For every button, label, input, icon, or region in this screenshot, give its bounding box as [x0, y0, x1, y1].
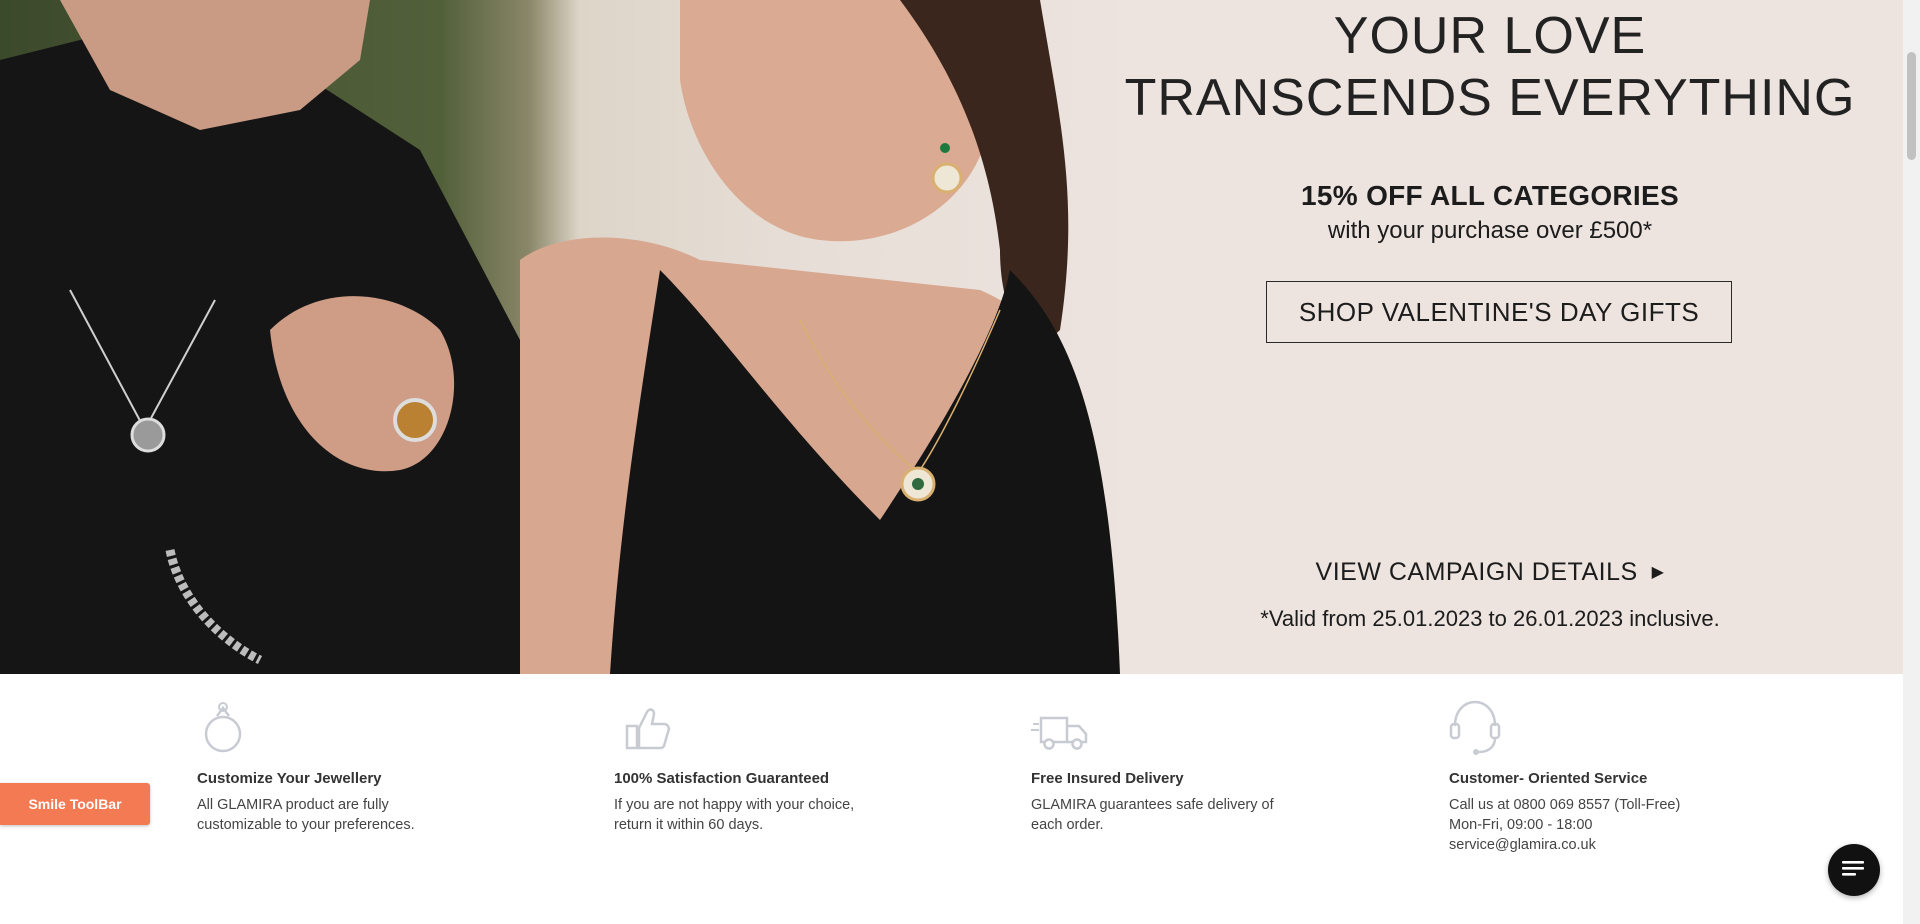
shop-valentines-gifts-button[interactable]: SHOP VALENTINE'S DAY GIFTS	[1266, 281, 1732, 343]
feature-text: GLAMIRA guarantees safe delivery of each…	[1031, 797, 1274, 833]
offer-title: 15% OFF ALL CATEGORIES	[1301, 180, 1679, 211]
thumbs-up-icon	[625, 708, 671, 750]
feature-title: 100% Satisfaction Guaranteed	[614, 770, 830, 787]
feature-text: All GLAMIRA product are fully customizab…	[197, 797, 415, 833]
ring-icon	[204, 702, 242, 753]
feature-title: Free Insured Delivery	[1031, 770, 1184, 787]
feature-satisfaction: 100% Satisfaction Guaranteed If you are …	[614, 698, 874, 835]
scrollbar-thumb[interactable]	[1907, 52, 1916, 160]
delivery-truck-icon	[1031, 716, 1088, 750]
chat-icon	[1842, 861, 1864, 876]
page-scrollbar[interactable]	[1903, 0, 1920, 924]
feature-title: Customize Your Jewellery	[197, 770, 382, 787]
feature-title: Customer- Oriented Service	[1449, 770, 1648, 787]
view-campaign-details-link[interactable]: VIEW CAMPAIGN DETAILS ▶	[1110, 558, 1870, 587]
feature-delivery: Free Insured Delivery GLAMIRA guarantees…	[1031, 698, 1291, 835]
offer-validity-text: *Valid from 25.01.2023 to 26.01.2023 inc…	[1260, 606, 1720, 631]
caret-right-icon: ▶	[1651, 564, 1665, 581]
hero-banner: YOUR LOVE TRANSCENDS EVERYTHING 15% OFF …	[0, 0, 1903, 674]
hero-headline: YOUR LOVE TRANSCENDS EVERYTHING	[1110, 0, 1870, 129]
offer-subtitle: with your purchase over £500*	[1327, 217, 1653, 244]
headline-line-2: TRANSCENDS EVERYTHING	[1124, 69, 1856, 127]
hero-photo-couple	[0, 0, 1260, 674]
features-row: Customize Your Jewellery All GLAMIRA pro…	[0, 674, 1903, 924]
feature-text: Call us at 0800 069 8557 (Toll-Free) Mon…	[1449, 797, 1681, 853]
feature-customer-service: Customer- Oriented Service Call us at 08…	[1449, 698, 1709, 855]
feature-text: If you are not happy with your choice, r…	[614, 797, 855, 833]
feature-customize: Customize Your Jewellery All GLAMIRA pro…	[197, 698, 457, 835]
smile-toolbar-button[interactable]: Smile ToolBar	[0, 783, 150, 825]
hero-copy: YOUR LOVE TRANSCENDS EVERYTHING 15% OFF …	[1110, 0, 1870, 631]
headset-icon	[1449, 700, 1501, 755]
chat-launcher-button[interactable]	[1828, 844, 1880, 896]
campaign-link-label: VIEW CAMPAIGN DETAILS	[1315, 558, 1638, 586]
headline-line-1: YOUR LOVE	[1333, 7, 1647, 65]
